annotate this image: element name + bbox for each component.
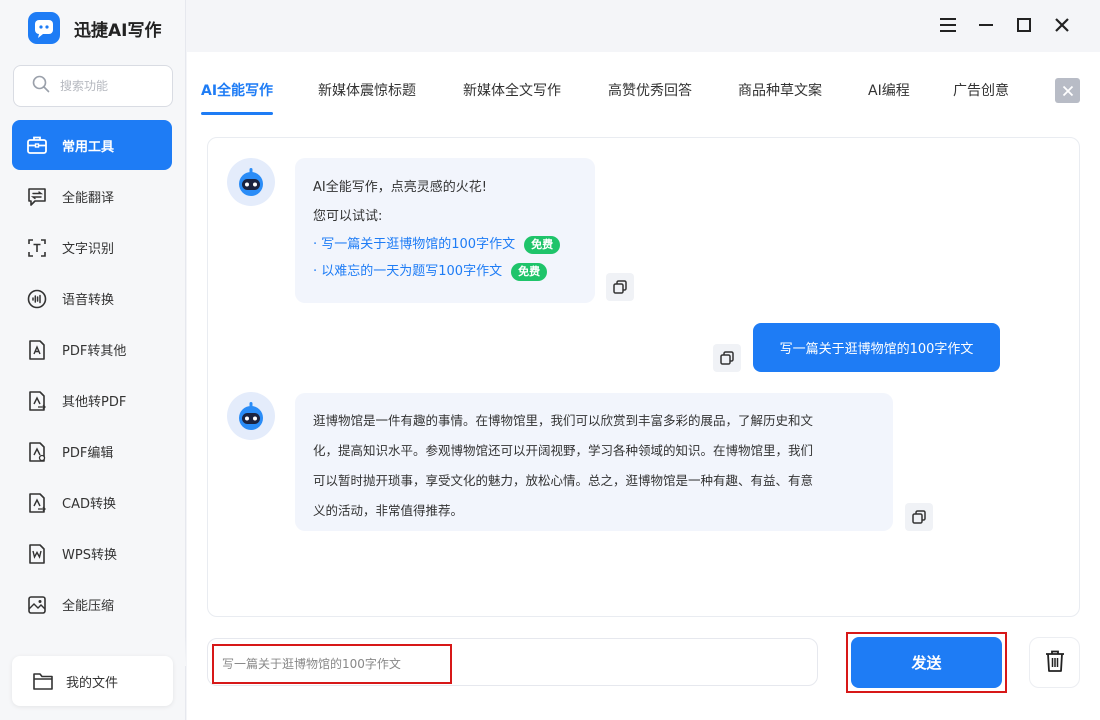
send-highlight-frame: 发送 <box>846 632 1007 693</box>
app-title: 迅捷AI写作 <box>74 20 162 41</box>
sidebar-item-voice-convert[interactable]: 语音转换 <box>12 273 172 324</box>
translate-icon <box>25 185 49 209</box>
sidebar-item-label: 常用工具 <box>62 139 115 155</box>
app-logo-icon <box>28 12 60 44</box>
reply-line: 可以暂时抛开琐事，享受文化的魅力，放松心情。总之，逛博物馆是一种有趣、有益、有意 <box>313 473 814 488</box>
wps-convert-icon <box>25 542 49 566</box>
send-button[interactable]: 发送 <box>851 637 1002 688</box>
my-files-button[interactable]: 我的文件 <box>12 656 173 706</box>
sidebar-item-label: 全能翻译 <box>62 191 115 206</box>
user-message-bubble: 写一篇关于逛博物馆的100字作文 <box>753 323 1000 372</box>
tab-ai-writing[interactable]: AI全能写作 <box>201 70 274 116</box>
cad-convert-icon <box>25 491 49 515</box>
sidebar-item-label: PDF编辑 <box>62 446 114 461</box>
search-icon <box>32 75 50 97</box>
sidebar-item-label: 语音转换 <box>62 293 115 308</box>
welcome-try-label: 您可以试试: <box>313 209 383 224</box>
copy-icon[interactable] <box>905 503 933 531</box>
sidebar-item-label: WPS转换 <box>62 548 117 563</box>
ai-avatar-icon <box>227 158 275 206</box>
text-recognition-icon <box>25 236 49 260</box>
main-panel: AI全能写作 新媒体震惊标题 新媒体全文写作 高赞优秀回答 商品种草文案 AI编… <box>187 52 1100 720</box>
menu-icon[interactable] <box>937 14 959 36</box>
search-box[interactable] <box>13 65 173 107</box>
folder-icon <box>32 671 54 691</box>
free-badge: 免费 <box>524 235 561 254</box>
free-badge: 免费 <box>511 262 548 281</box>
sidebar-item-cad-convert[interactable]: CAD转换 <box>12 477 172 528</box>
brand: 迅捷AI写作 <box>28 12 161 44</box>
suggestion-text[interactable]: · 写一篇关于逛博物馆的100字作文 <box>313 231 515 258</box>
compress-icon <box>25 593 49 617</box>
sidebar-item-label: 全能压缩 <box>62 599 115 614</box>
message-input[interactable] <box>212 644 452 684</box>
pdf-edit-icon <box>25 440 49 464</box>
maximize-icon[interactable] <box>1013 14 1035 36</box>
reply-line: 义的活动，非常值得推荐。 <box>313 503 464 518</box>
sidebar-item-label: CAD转换 <box>62 497 116 512</box>
tab-top-answer[interactable]: 高赞优秀回答 <box>608 70 692 116</box>
suggestion-item[interactable]: · 写一篇关于逛博物馆的100字作文 免费 <box>313 231 595 258</box>
pdf-convert-icon <box>25 338 49 362</box>
clear-button[interactable] <box>1029 637 1080 688</box>
close-icon[interactable] <box>1051 14 1073 36</box>
voice-convert-icon <box>25 287 49 311</box>
sidebar-item-compress[interactable]: 全能压缩 <box>12 579 172 630</box>
tab-ad-creative[interactable]: 广告创意 <box>953 70 1009 116</box>
suggestion-text[interactable]: · 以难忘的一天为题写100字作文 <box>313 258 502 285</box>
chat-area: AI全能写作，点亮灵感的火花! 您可以试试: · 写一篇关于逛博物馆的100字作… <box>207 137 1080 617</box>
sidebar-item-common-tools[interactable]: 常用工具 <box>12 120 172 170</box>
toolbox-icon <box>25 133 49 157</box>
sidebar-item-translate[interactable]: 全能翻译 <box>12 171 172 222</box>
sidebar-nav: 常用工具 全能翻译 文字识别 语音转换 PDF转其他 其他转PDF PDF编辑 … <box>12 120 172 630</box>
tab-full-article[interactable]: 新媒体全文写作 <box>463 70 561 116</box>
reply-line: 逛博物馆是一件有趣的事情。在博物馆里，我们可以欣赏到丰富多彩的展品，了解历史和文 <box>313 413 814 428</box>
ai-avatar-icon <box>227 392 275 440</box>
tab-close-icon[interactable] <box>1055 78 1080 103</box>
sidebar-item-label: 文字识别 <box>62 242 115 257</box>
copy-icon[interactable] <box>606 273 634 301</box>
welcome-bubble: AI全能写作，点亮灵感的火花! 您可以试试: · 写一篇关于逛博物馆的100字作… <box>295 158 595 303</box>
sidebar-item-label: 其他转PDF <box>62 395 127 410</box>
sidebar-item-wps-convert[interactable]: WPS转换 <box>12 528 172 579</box>
sidebar-item-pdf-to-other[interactable]: PDF转其他 <box>12 324 172 375</box>
search-input[interactable] <box>60 79 160 93</box>
trash-icon <box>1044 649 1066 677</box>
reply-line: 化，提高知识水平。参观博物馆还可以开阔视野，学习各种领域的知识。在博物馆里，我们 <box>313 443 814 458</box>
ai-reply-bubble: 逛博物馆是一件有趣的事情。在博物馆里，我们可以欣赏到丰富多彩的展品，了解历史和文… <box>295 393 893 531</box>
sidebar-item-label: PDF转其他 <box>62 344 127 359</box>
tab-headline[interactable]: 新媒体震惊标题 <box>318 70 416 116</box>
suggestion-item[interactable]: · 以难忘的一天为题写100字作文 免费 <box>313 258 595 285</box>
tab-product-copy[interactable]: 商品种草文案 <box>738 70 822 116</box>
copy-icon[interactable] <box>713 344 741 372</box>
my-files-label: 我的文件 <box>66 675 119 691</box>
minimize-icon[interactable] <box>975 14 997 36</box>
message-input-wrapper <box>207 638 818 686</box>
welcome-greeting: AI全能写作，点亮灵感的火花! <box>313 180 487 195</box>
sidebar: 迅捷AI写作 常用工具 全能翻译 文字识别 <box>0 0 186 720</box>
sidebar-item-text-recognition[interactable]: 文字识别 <box>12 222 172 273</box>
tab-ai-coding[interactable]: AI编程 <box>868 70 910 116</box>
sidebar-item-other-to-pdf[interactable]: 其他转PDF <box>12 375 172 426</box>
to-pdf-icon <box>25 389 49 413</box>
sidebar-item-pdf-edit[interactable]: PDF编辑 <box>12 426 172 477</box>
